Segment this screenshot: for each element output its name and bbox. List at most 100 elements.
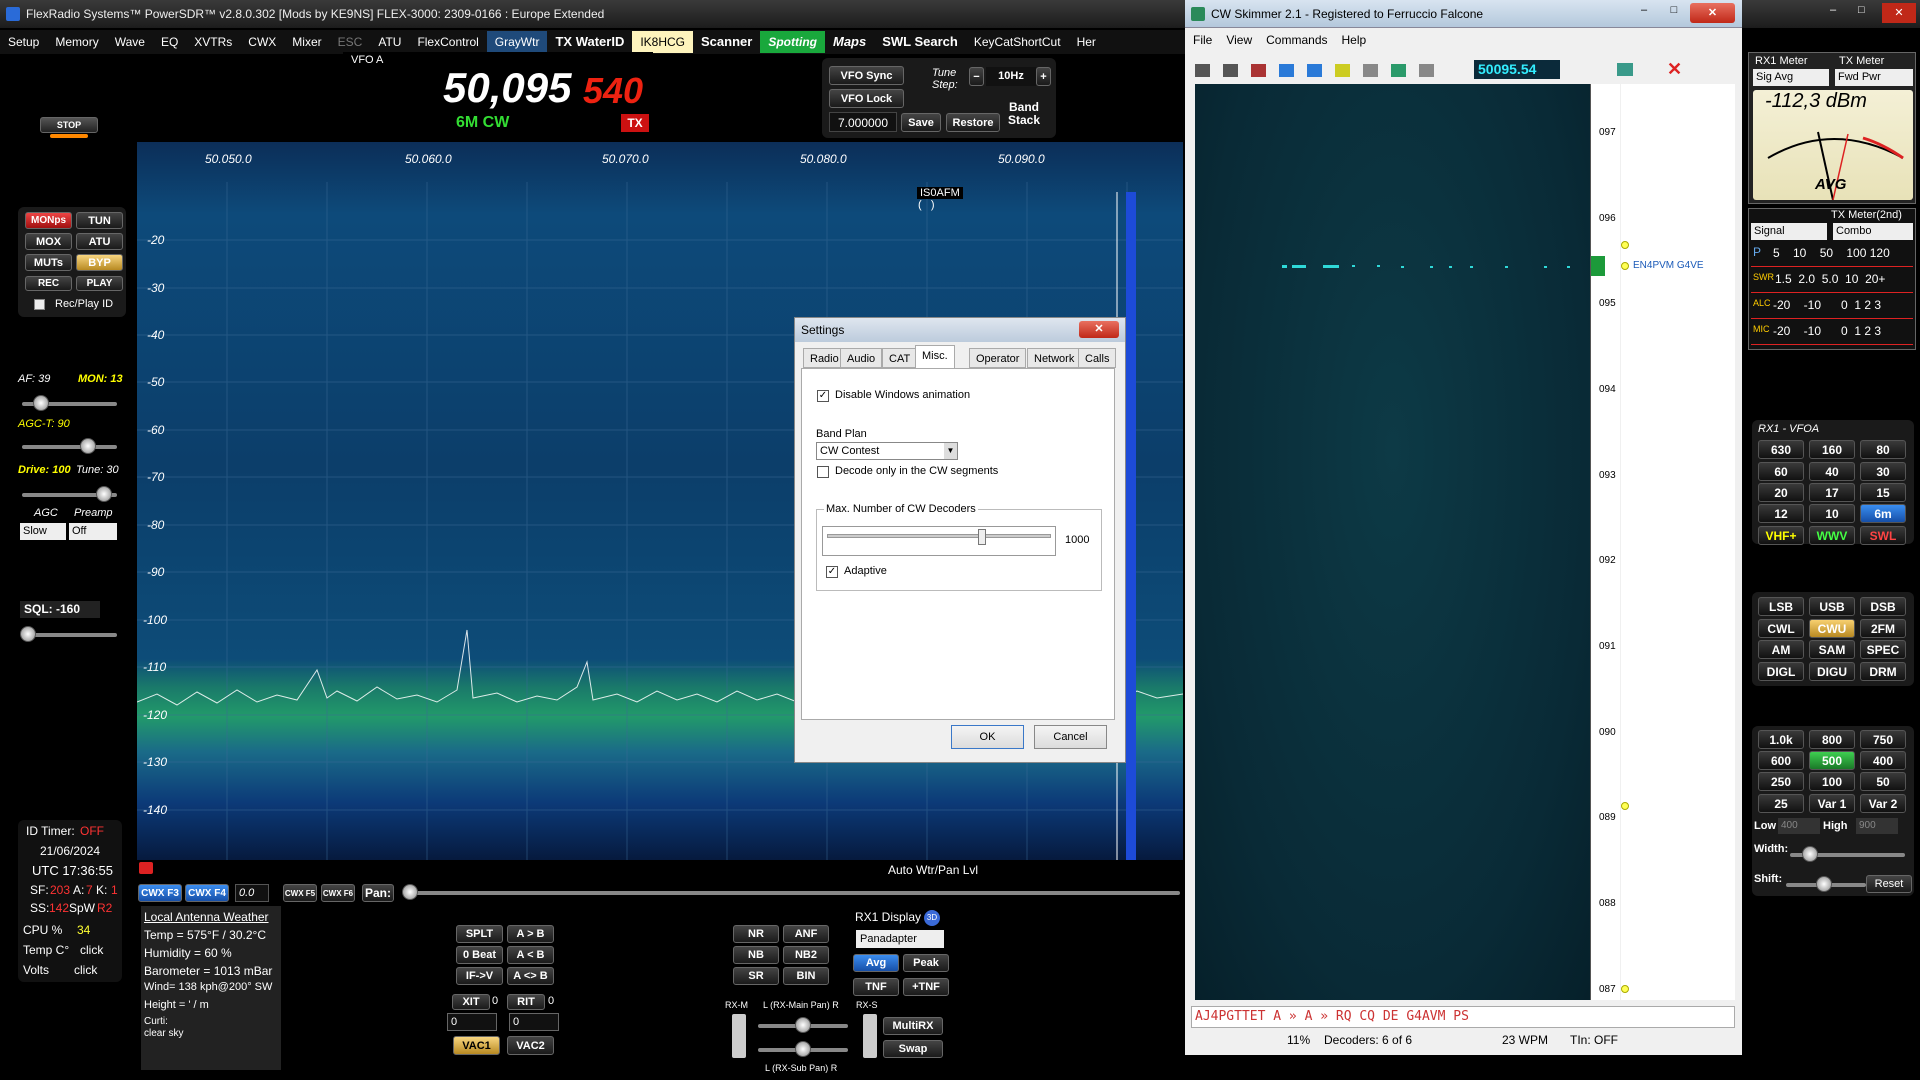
mode-cwu-button[interactable]: CWU <box>1809 619 1855 638</box>
toolbar-icon[interactable] <box>1391 63 1406 77</box>
pan-slider-knob[interactable] <box>402 884 418 900</box>
band-vhf-button[interactable]: VHF+ <box>1758 526 1804 545</box>
menu-keycatshortcut[interactable]: KeyCatShortCut <box>966 31 1069 53</box>
avg-button[interactable]: Avg <box>853 954 899 972</box>
vfo-frequency[interactable]: 50,095 <box>443 64 571 112</box>
zero-beat-button[interactable]: 0 Beat <box>456 946 503 964</box>
filter-500-button[interactable]: 500 <box>1809 751 1855 770</box>
tab-audio[interactable]: Audio <box>840 348 883 368</box>
menu-spotting[interactable]: Spotting <box>760 31 825 53</box>
b-to-a-button[interactable]: A < B <box>507 946 554 964</box>
xit-input[interactable]: 0 <box>447 1013 497 1031</box>
pan-slider[interactable] <box>404 891 1180 895</box>
monps-button[interactable]: MONps <box>25 212 72 229</box>
adaptive-checkbox[interactable]: ✓ <box>826 566 838 578</box>
sql-slider[interactable] <box>22 633 117 637</box>
byp-button[interactable]: BYP <box>76 254 123 271</box>
tune-step-minus[interactable]: − <box>969 67 984 86</box>
filter-25-button[interactable]: 25 <box>1758 794 1804 813</box>
recplay-checkbox[interactable] <box>34 299 45 310</box>
split-button[interactable]: SPLT <box>456 925 503 943</box>
rit-input[interactable]: 0 <box>509 1013 559 1031</box>
tnf-button[interactable]: TNF <box>853 978 899 996</box>
vfo-frequency-sub[interactable]: 540 <box>583 70 643 112</box>
mox-button[interactable]: MOX <box>25 233 72 250</box>
mode-digu-button[interactable]: DIGU <box>1809 662 1855 681</box>
maximize-icon[interactable]: □ <box>1858 4 1865 16</box>
clear-icon[interactable]: ✕ <box>1667 59 1682 80</box>
stop-button[interactable]: STOP <box>40 117 98 133</box>
band-60-button[interactable]: 60 <box>1758 462 1804 481</box>
close-icon[interactable]: ✕ <box>1079 321 1119 338</box>
mode-dsb-button[interactable]: DSB <box>1860 597 1906 616</box>
agc-select[interactable]: Slow <box>20 523 66 540</box>
filter-600-button[interactable]: 600 <box>1758 751 1804 770</box>
rx1-meter-select[interactable]: Sig Avg <box>1753 69 1829 86</box>
cwx-value[interactable]: 0.0 <box>235 884 269 902</box>
volts-click[interactable]: click <box>74 963 97 977</box>
vfo-sync-button[interactable]: VFO Sync <box>829 66 904 85</box>
toolbar-icon[interactable] <box>1307 63 1322 77</box>
reset-button[interactable]: Reset <box>1866 875 1912 893</box>
band-40-button[interactable]: 40 <box>1809 462 1855 481</box>
filter-var2-button[interactable]: Var 2 <box>1860 794 1906 813</box>
vfo-freq-field[interactable]: 7.000000 <box>829 112 897 132</box>
band-160-button[interactable]: 160 <box>1809 440 1855 459</box>
filter-100-button[interactable]: 100 <box>1809 772 1855 791</box>
filter-50-button[interactable]: 50 <box>1860 772 1906 791</box>
toolbar-icon[interactable] <box>1279 63 1294 77</box>
tune-step-plus[interactable]: + <box>1036 67 1051 86</box>
low-input[interactable]: 400 <box>1778 818 1820 834</box>
toolbar-icon[interactable] <box>1617 63 1633 76</box>
mode-am-button[interactable]: AM <box>1758 640 1804 659</box>
spot-callsign[interactable]: EN4PVM G4VE <box>1633 260 1704 271</box>
shift-slider-knob[interactable] <box>1816 876 1832 892</box>
vac2-button[interactable]: VAC2 <box>507 1036 554 1055</box>
skimmer-menu-view[interactable]: View <box>1226 33 1252 47</box>
menu-flexcontrol[interactable]: FlexControl <box>409 31 486 53</box>
if-to-v-button[interactable]: IF->V <box>456 967 503 985</box>
temp-click[interactable]: click <box>80 943 103 957</box>
signal-select[interactable]: Signal <box>1751 223 1827 240</box>
nb2-button[interactable]: NB2 <box>783 946 829 964</box>
band-17-button[interactable]: 17 <box>1809 483 1855 502</box>
sql-slider-knob[interactable] <box>20 626 36 642</box>
3d-icon[interactable]: 3D <box>924 910 940 926</box>
mode-digl-button[interactable]: DIGL <box>1758 662 1804 681</box>
band-wwv-button[interactable]: WWV <box>1809 526 1855 545</box>
mode-usb-button[interactable]: USB <box>1809 597 1855 616</box>
menu-help[interactable]: Her <box>1069 31 1104 53</box>
filter-800-button[interactable]: 800 <box>1809 730 1855 749</box>
toolbar-icon[interactable] <box>1419 63 1434 77</box>
combo-select[interactable]: Combo <box>1833 223 1913 240</box>
band-20-button[interactable]: 20 <box>1758 483 1804 502</box>
anf-button[interactable]: ANF <box>783 925 829 943</box>
cwx-f5-button[interactable]: CWX F5 <box>283 884 317 902</box>
band-swl-button[interactable]: SWL <box>1860 526 1906 545</box>
peak-button[interactable]: Peak <box>903 954 949 972</box>
muts-button[interactable]: MUTs <box>25 254 72 271</box>
tab-cat[interactable]: CAT <box>882 348 918 368</box>
skimmer-close-icon[interactable]: ✕ <box>1690 3 1735 23</box>
save-button[interactable]: Save <box>901 113 941 132</box>
band-80-button[interactable]: 80 <box>1860 440 1906 459</box>
menu-maps[interactable]: Maps <box>825 31 874 53</box>
toolbar-icon[interactable] <box>1223 63 1238 77</box>
tx-meter-select[interactable]: Fwd Pwr <box>1835 69 1913 86</box>
high-input[interactable]: 900 <box>1856 818 1898 834</box>
af-slider-knob[interactable] <box>33 395 49 411</box>
vfo-lock-button[interactable]: VFO Lock <box>829 89 904 108</box>
menu-setup[interactable]: Setup <box>0 31 47 53</box>
cancel-button[interactable]: Cancel <box>1034 725 1107 749</box>
plus-tnf-button[interactable]: +TNF <box>903 978 949 996</box>
disable-anim-checkbox[interactable]: ✓ <box>817 390 829 402</box>
a-swap-b-button[interactable]: A <> B <box>507 967 554 985</box>
rxm-slider[interactable] <box>732 1014 746 1058</box>
tab-misc[interactable]: Misc. <box>915 345 955 368</box>
menu-mixer[interactable]: Mixer <box>284 31 329 53</box>
menu-swl-search[interactable]: SWL Search <box>874 31 966 53</box>
band-plan-select[interactable]: CW Contest <box>816 442 958 460</box>
band-10-button[interactable]: 10 <box>1809 504 1855 523</box>
weather-title[interactable]: Local Antenna Weather <box>144 910 269 924</box>
menu-eq[interactable]: EQ <box>153 31 186 53</box>
